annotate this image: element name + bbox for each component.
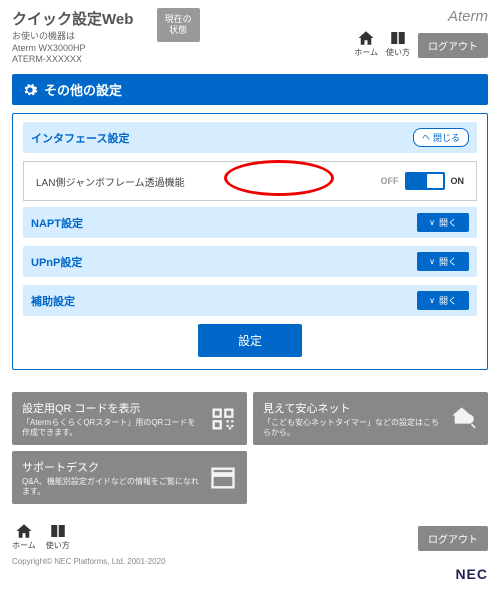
jumbo-frame-row: LAN側ジャンボフレーム透過機能 OFF ON [23, 161, 477, 201]
close-label: 閉じる [433, 131, 460, 144]
aux-title: 補助設定 [31, 293, 75, 309]
usage-link[interactable]: 使い方 [386, 29, 410, 58]
support-title: サポートデスク [22, 459, 203, 475]
home-label: ホーム [354, 47, 378, 58]
apply-button[interactable]: 設定 [198, 324, 302, 357]
footer-home-link[interactable]: ホーム [12, 522, 36, 551]
chevron-down-icon: ∨ [429, 218, 435, 227]
device-info: お使いの機器は Aterm WX3000HP ATERM-XXXXXX [12, 31, 147, 66]
status-l2: 状態 [165, 25, 192, 36]
open-label: 開く [439, 216, 457, 229]
aux-open-button[interactable]: ∨ 開く [417, 291, 469, 310]
toggle-on-label: ON [451, 176, 465, 186]
footer-home-label: ホーム [12, 540, 36, 551]
upnp-open-button[interactable]: ∨ 開く [417, 252, 469, 271]
chevron-down-icon: ∨ [429, 257, 435, 266]
qr-title: 設定用QR コードを表示 [22, 400, 203, 416]
status-l1: 現在の [165, 14, 192, 25]
upnp-title: UPnP設定 [31, 254, 82, 270]
footer-usage-label: 使い方 [46, 540, 70, 551]
napt-row: NAPT設定 ∨ 開く [23, 207, 477, 238]
home-icon [14, 522, 34, 540]
open-label: 開く [439, 255, 457, 268]
napt-open-button[interactable]: ∨ 開く [417, 213, 469, 232]
window-icon [209, 464, 237, 492]
chevron-down-icon: ∨ [429, 296, 435, 305]
jumbo-frame-toggle-wrap: OFF ON [381, 172, 465, 190]
settings-panel: インタフェース設定 ヘ閉じる LAN側ジャンボフレーム透過機能 OFF ON N… [12, 113, 488, 370]
footer-logout-button[interactable]: ログアウト [418, 526, 488, 551]
interface-header: インタフェース設定 ヘ閉じる [23, 122, 477, 153]
nec-logo: NEC [12, 566, 488, 582]
usage-label: 使い方 [386, 47, 410, 58]
magnify-home-icon [450, 405, 478, 433]
napt-title: NAPT設定 [31, 215, 83, 231]
safety-title: 見えて安心ネット [263, 400, 444, 416]
device-id: ATERM-XXXXXX [12, 54, 147, 66]
aux-row: 補助設定 ∨ 開く [23, 285, 477, 316]
brand-logo: Aterm [354, 8, 488, 25]
logout-button[interactable]: ログアウト [418, 33, 488, 58]
toggle-off-label: OFF [381, 176, 399, 186]
section-header: その他の設定 [12, 74, 488, 105]
open-label: 開く [439, 294, 457, 307]
safety-tile[interactable]: 見えて安心ネット 「こども安心ネットタイマー」などの設定はこちらから。 [253, 392, 488, 445]
device-model: Aterm WX3000HP [12, 43, 147, 55]
interface-title: インタフェース設定 [31, 130, 129, 146]
safety-desc: 「こども安心ネットタイマー」などの設定はこちらから。 [263, 418, 444, 437]
book-icon [388, 29, 408, 47]
highlight-annotation [224, 160, 334, 196]
toggle-knob [427, 174, 443, 188]
book-icon [48, 522, 68, 540]
copyright: Copyright© NEC Platforms, Ltd. 2001-2020 [12, 557, 488, 566]
page-title: クイック設定Web [12, 8, 147, 29]
device-label: お使いの機器は [12, 31, 147, 43]
current-status-button[interactable]: 現在の 状態 [157, 8, 200, 42]
home-icon [356, 29, 376, 47]
jumbo-frame-toggle[interactable] [405, 172, 445, 190]
gear-icon [22, 82, 38, 98]
section-title: その他の設定 [44, 80, 122, 99]
jumbo-frame-label: LAN側ジャンボフレーム透過機能 [36, 174, 185, 189]
qr-tile[interactable]: 設定用QR コードを表示 「AtermらくらくQRスタート」用のQRコードを作成… [12, 392, 247, 445]
support-tile[interactable]: サポートデスク Q&A、機能別設定ガイドなどの情報をご覧になれます。 [12, 451, 247, 504]
home-link[interactable]: ホーム [354, 29, 378, 58]
qr-desc: 「AtermらくらくQRスタート」用のQRコードを作成できます。 [22, 418, 203, 437]
close-button[interactable]: ヘ閉じる [413, 128, 469, 147]
support-desc: Q&A、機能別設定ガイドなどの情報をご覧になれます。 [22, 477, 203, 496]
qr-icon [209, 405, 237, 433]
upnp-row: UPnP設定 ∨ 開く [23, 246, 477, 277]
footer-usage-link[interactable]: 使い方 [46, 522, 70, 551]
chevron-up-icon: ヘ [422, 132, 430, 143]
